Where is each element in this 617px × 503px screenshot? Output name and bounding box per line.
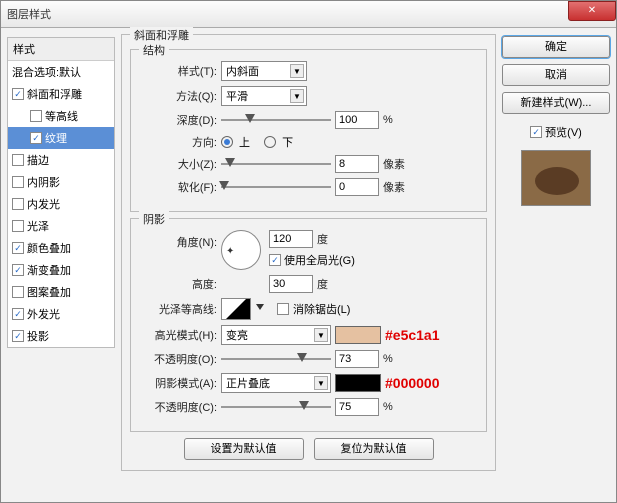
angle-input[interactable]: 120 [269,230,313,248]
structure-group: 结构 样式(T): 内斜面▼ 方法(Q): 平滑▼ 深度(D): 100 % [130,49,487,212]
highlight-opacity-input[interactable]: 73 [335,350,379,368]
depth-slider[interactable] [221,112,331,128]
style-row-dropshadow[interactable]: 投影 [8,325,114,347]
new-style-button[interactable]: 新建样式(W)... [502,92,610,114]
style-row-patternoverlay[interactable]: 图案叠加 [8,281,114,303]
chevron-down-icon: ▼ [290,64,304,78]
right-panel: 确定 取消 新建样式(W)... 预览(V) [502,34,610,496]
titlebar: 图层样式 ✕ [1,1,616,28]
checkbox-icon[interactable] [12,264,24,276]
close-button[interactable]: ✕ [568,1,616,21]
annotation-shadow-hex: #000000 [385,375,440,391]
checkbox-icon[interactable] [12,330,24,342]
main-panel: 斜面和浮雕 结构 样式(T): 内斜面▼ 方法(Q): 平滑▼ 深度(D): [121,34,496,496]
checkbox-icon[interactable] [12,286,24,298]
highlight-opacity-label: 不透明度(O): [139,351,217,367]
gloss-contour-label: 光泽等高线: [139,301,217,317]
preview-thumbnail [521,150,591,206]
highlight-color-swatch[interactable] [335,326,381,344]
checkbox-icon[interactable] [12,154,24,166]
window-title: 图层样式 [7,6,51,22]
highlight-mode-label: 高光模式(H): [139,327,217,343]
preview-checkbox[interactable] [530,126,542,138]
soften-label: 软化(F): [139,179,217,195]
global-light-checkbox[interactable] [269,254,281,266]
style-select[interactable]: 内斜面▼ [221,61,307,81]
style-label: 样式(T): [139,63,217,79]
style-row-coloroverlay[interactable]: 颜色叠加 [8,237,114,259]
checkbox-icon[interactable] [30,132,42,144]
reset-default-button[interactable]: 复位为默认值 [314,438,434,460]
styles-panel: 样式 混合选项:默认 斜面和浮雕 等高线 纹理 描边 内阴影 内发光 光泽 颜色… [7,34,115,496]
angle-label: 角度(N): [139,230,217,250]
direction-label: 方向: [139,134,217,150]
highlight-opacity-slider[interactable] [221,351,331,367]
altitude-label: 高度: [139,276,217,292]
size-unit: 像素 [383,156,405,172]
style-row-innerglow[interactable]: 内发光 [8,193,114,215]
blend-options-label: 混合选项:默认 [12,64,81,80]
gloss-contour-picker[interactable] [221,298,251,320]
shadow-opacity-label: 不透明度(C): [139,399,217,415]
style-row-stroke[interactable]: 描边 [8,149,114,171]
shadow-mode-select[interactable]: 正片叠底▼ [221,373,331,393]
soften-slider[interactable] [221,179,331,195]
global-light-label: 使用全局光(G) [284,252,355,268]
structure-legend: 结构 [139,42,169,58]
checkbox-icon[interactable] [12,88,24,100]
style-row-texture[interactable]: 纹理 [8,127,114,149]
cancel-button[interactable]: 取消 [502,64,610,86]
altitude-input[interactable]: 30 [269,275,313,293]
chevron-down-icon: ▼ [314,376,328,390]
depth-unit: % [383,114,393,126]
antialias-checkbox[interactable] [277,303,289,315]
shadow-opacity-slider[interactable] [221,399,331,415]
direction-up-radio[interactable] [221,136,233,148]
make-default-button[interactable]: 设置为默认值 [184,438,304,460]
shading-group: 阴影 角度(N): ✦ 120 度 使用全局光(G) [130,218,487,432]
size-input[interactable]: 8 [335,155,379,173]
shadow-opacity-input[interactable]: 75 [335,398,379,416]
antialias-label: 消除锯齿(L) [293,301,350,317]
chevron-down-icon [256,304,264,310]
preview-label: 预览(V) [545,124,582,140]
checkbox-icon[interactable] [12,176,24,188]
style-list: 样式 混合选项:默认 斜面和浮雕 等高线 纹理 描边 内阴影 内发光 光泽 颜色… [7,37,115,348]
direction-down-radio[interactable] [264,136,276,148]
layer-style-dialog: 图层样式 ✕ 样式 混合选项:默认 斜面和浮雕 等高线 纹理 描边 内阴影 内发… [0,0,617,503]
method-select[interactable]: 平滑▼ [221,86,307,106]
ok-button[interactable]: 确定 [502,36,610,58]
depth-input[interactable]: 100 [335,111,379,129]
shadow-mode-label: 阴影模式(A): [139,375,217,391]
annotation-highlight-hex: #e5c1a1 [385,327,440,343]
soften-input[interactable]: 0 [335,178,379,196]
chevron-down-icon: ▼ [314,328,328,342]
style-row-innershadow[interactable]: 内阴影 [8,171,114,193]
size-slider[interactable] [221,156,331,172]
chevron-down-icon: ▼ [290,89,304,103]
method-label: 方法(Q): [139,88,217,104]
checkbox-icon[interactable] [30,110,42,122]
shadow-color-swatch[interactable] [335,374,381,392]
style-row-bevel[interactable]: 斜面和浮雕 [8,83,114,105]
bevel-group: 斜面和浮雕 结构 样式(T): 内斜面▼ 方法(Q): 平滑▼ 深度(D): [121,34,496,471]
checkbox-icon[interactable] [12,198,24,210]
size-label: 大小(Z): [139,156,217,172]
depth-label: 深度(D): [139,112,217,128]
soften-unit: 像素 [383,179,405,195]
checkbox-icon[interactable] [12,220,24,232]
style-row-outerglow[interactable]: 外发光 [8,303,114,325]
blend-options-row[interactable]: 混合选项:默认 [8,61,114,83]
angle-wheel[interactable]: ✦ [221,230,261,270]
checkbox-icon[interactable] [12,242,24,254]
style-list-header: 样式 [8,38,114,61]
checkbox-icon[interactable] [12,308,24,320]
style-row-contour[interactable]: 等高线 [8,105,114,127]
style-row-satin[interactable]: 光泽 [8,215,114,237]
style-row-gradientoverlay[interactable]: 渐变叠加 [8,259,114,281]
bevel-legend: 斜面和浮雕 [130,27,193,43]
highlight-mode-select[interactable]: 变亮▼ [221,325,331,345]
shading-legend: 阴影 [139,211,169,227]
